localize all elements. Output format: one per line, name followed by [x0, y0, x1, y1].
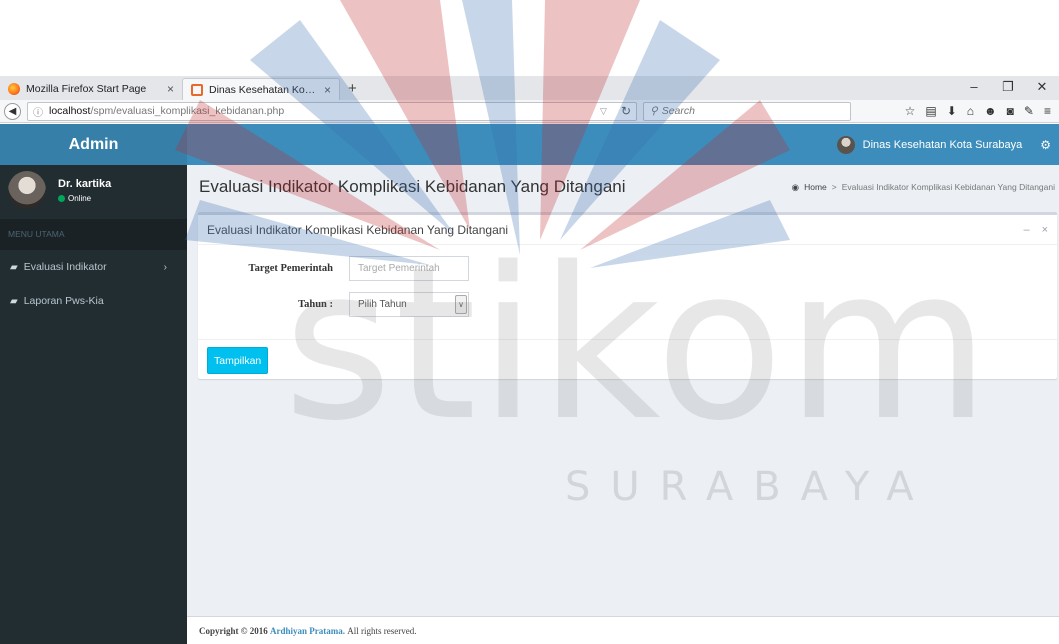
app-header: Admin Dinas Kesehatan Kota Surabaya ⚙ — [0, 124, 1059, 165]
box-tools: – × — [1023, 224, 1048, 236]
form-row-target: Target Pemerintah Target Pemerintah — [207, 256, 469, 281]
emoji-icon[interactable]: ☻ — [984, 104, 997, 118]
browser-nav-bar: ◀ ⓘ localhost/spm/evaluasi_komplikasi_ke… — [0, 100, 1059, 123]
tab-title: Dinas Kesehatan Kota Sura... — [209, 83, 318, 96]
reload-icon[interactable]: ↻ — [621, 104, 631, 118]
breadcrumb: ◉ Home > Evaluasi Indikator Komplikasi K… — [792, 182, 1055, 193]
form-box: Evaluasi Indikator Komplikasi Kebidanan … — [198, 212, 1057, 379]
copyright-text: Copyright © 2016 — [199, 625, 268, 636]
menu-hamburger-icon[interactable]: ≡ — [1044, 104, 1051, 118]
gears-icon[interactable]: ⚙ — [1040, 138, 1051, 152]
target-placeholder: Target Pemerintah — [358, 263, 440, 274]
author-link[interactable]: Ardhiyan Pratama. — [270, 626, 345, 636]
tab-close-icon[interactable]: × — [324, 83, 331, 97]
content-wrapper: Evaluasi Indikator Komplikasi Kebidanan … — [187, 165, 1059, 644]
avatar — [8, 171, 46, 209]
info-icon[interactable]: ⓘ — [33, 104, 43, 119]
url-bar[interactable]: ⓘ localhost/spm/evaluasi_komplikasi_kebi… — [27, 101, 637, 121]
target-label: Target Pemerintah — [248, 263, 333, 274]
breadcrumb-current: Evaluasi Indikator Komplikasi Kebidanan … — [841, 182, 1055, 192]
form-row-tahun: Tahun : Pilih Tahun ∨ — [207, 292, 469, 317]
top-navbar: Dinas Kesehatan Kota Surabaya ⚙ — [187, 124, 1059, 165]
browser-tab-dinkes[interactable]: Dinas Kesehatan Kota Sura... × — [182, 78, 340, 100]
site-favicon-icon — [191, 83, 203, 96]
url-host: localhost — [49, 105, 91, 117]
sidebar-item-evaluasi-indikator[interactable]: ▰ Evaluasi Indikator › — [0, 250, 187, 284]
sidebar: Dr. kartika Online MENU UTAMA ▰ Evaluasi… — [0, 165, 187, 644]
target-pemerintah-input[interactable]: Target Pemerintah — [349, 256, 469, 281]
dashboard-icon: ◉ — [791, 181, 800, 192]
book-icon: ▰ — [10, 261, 18, 273]
status-label: Online — [68, 193, 92, 203]
tahun-select[interactable]: Pilih Tahun ∨ — [349, 292, 469, 317]
bookmark-star-icon[interactable]: ☆ — [905, 104, 916, 118]
tab-close-icon[interactable]: × — [167, 82, 174, 96]
chevron-right-icon: › — [163, 261, 167, 273]
home-icon[interactable]: ⌂ — [967, 104, 974, 118]
online-dot-icon — [58, 194, 65, 202]
window-controls: – ❐ ✕ — [957, 76, 1059, 100]
search-input[interactable]: ⚲ Search — [643, 101, 851, 121]
browser-toolbar-icons: ☆ ▤ ⬇ ⌂ ☻ ◙ ✎ ≡ — [905, 104, 1055, 118]
firefox-icon — [8, 83, 20, 95]
book-icon: ▰ — [10, 295, 18, 307]
extension-icon[interactable]: ✎ — [1024, 104, 1034, 118]
user-avatar-icon[interactable] — [836, 135, 855, 154]
box-title: Evaluasi Indikator Komplikasi Kebidanan … — [207, 222, 509, 237]
download-icon[interactable]: ⬇ — [947, 104, 957, 118]
chevron-down-icon: ∨ — [455, 295, 467, 314]
page-title: Evaluasi Indikator Komplikasi Kebidanan … — [199, 177, 626, 196]
close-window-button[interactable]: ✕ — [1025, 76, 1059, 100]
user-name: Dr. kartika — [58, 177, 112, 190]
footer: Copyright © 2016 Ardhiyan Pratama. All r… — [187, 616, 1059, 644]
box-header: Evaluasi Indikator Komplikasi Kebidanan … — [198, 215, 1057, 245]
remove-button[interactable]: × — [1042, 224, 1048, 236]
tampilkan-button[interactable]: Tampilkan — [207, 347, 269, 374]
sidebar-item-label: Laporan Pws-Kia — [23, 295, 104, 307]
org-name[interactable]: Dinas Kesehatan Kota Surabaya — [863, 139, 1023, 151]
user-panel: Dr. kartika Online — [0, 165, 187, 215]
sidebar-item-laporan-pws-kia[interactable]: ▰ Laporan Pws-Kia — [0, 284, 187, 318]
search-icon: ⚲ — [650, 105, 658, 117]
back-arrow-icon[interactable]: ◀ — [4, 102, 21, 120]
rights-text: All rights reserved. — [347, 625, 417, 636]
restore-button[interactable]: ❐ — [991, 76, 1025, 100]
tab-title: Mozilla Firefox Start Page — [26, 83, 147, 95]
bookmarks-list-icon[interactable]: ▤ — [925, 104, 936, 118]
user-status: Online — [58, 194, 111, 203]
menu-header: MENU UTAMA — [0, 219, 187, 250]
pocket-icon[interactable]: ◙ — [1007, 104, 1014, 118]
search-placeholder: Search — [661, 105, 695, 117]
app-logo[interactable]: Admin — [0, 124, 187, 165]
minimize-button[interactable]: – — [957, 76, 991, 100]
tahun-selected-value: Pilih Tahun — [358, 299, 407, 310]
browser-tab-strip: Mozilla Firefox Start Page × Dinas Keseh… — [0, 76, 1059, 100]
collapse-button[interactable]: – — [1023, 224, 1029, 236]
screenshot-root: { "browser": { "tabs": [ {"title": "Mozi… — [0, 0, 1059, 644]
url-dropdown-icon[interactable]: ▽ — [600, 106, 607, 117]
breadcrumb-separator-icon: > — [831, 182, 837, 192]
box-divider — [198, 339, 1057, 340]
breadcrumb-home[interactable]: Home — [804, 182, 827, 192]
sidebar-item-label: Evaluasi Indikator — [23, 261, 107, 273]
browser-tab-start-page[interactable]: Mozilla Firefox Start Page × — [0, 78, 182, 100]
content-header: Evaluasi Indikator Komplikasi Kebidanan … — [187, 165, 1059, 209]
new-tab-button[interactable]: + — [340, 78, 365, 100]
url-path: /spm/evaluasi_komplikasi_kebidanan.php — [90, 105, 285, 117]
tahun-label: Tahun : — [298, 299, 333, 310]
